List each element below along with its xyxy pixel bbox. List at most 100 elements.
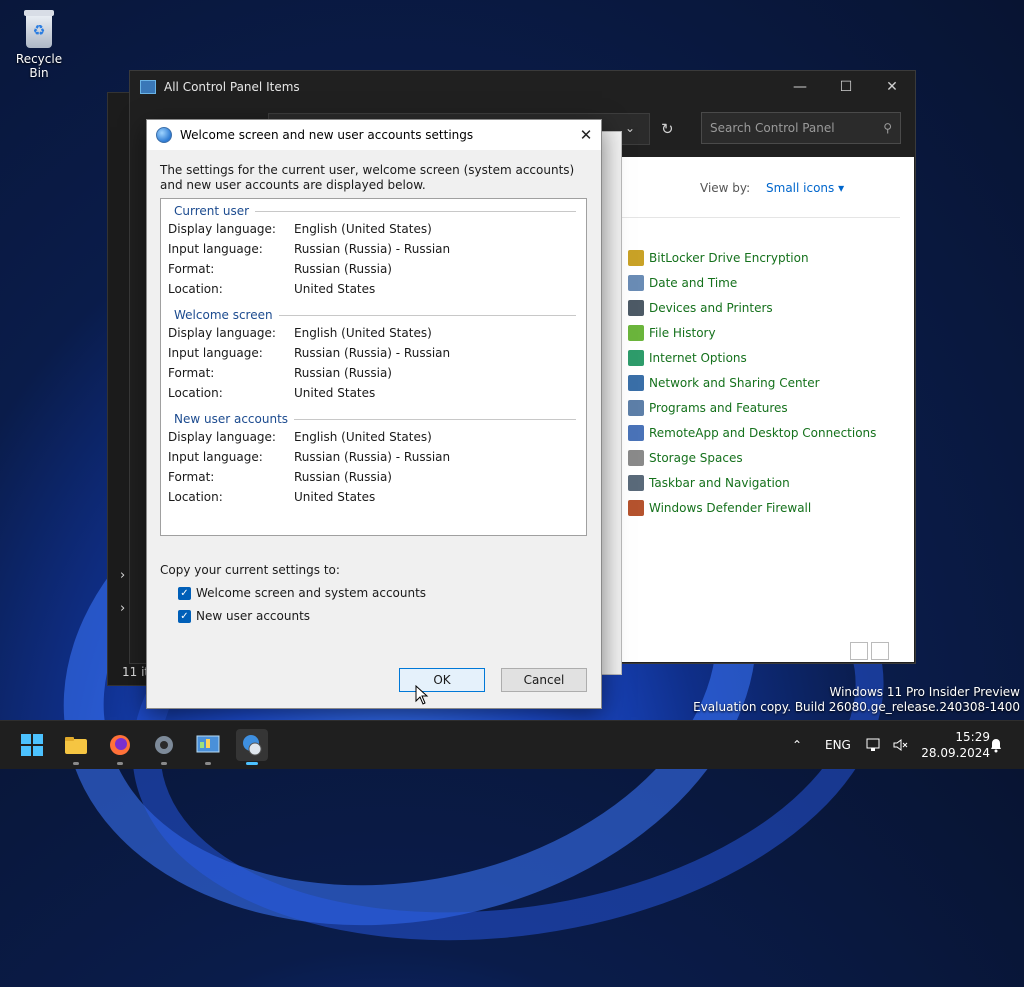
setting-value: Russian (Russia) [294, 470, 392, 484]
minimize-button[interactable]: — [777, 79, 823, 95]
control-panel-item-label[interactable]: Taskbar and Navigation [649, 476, 790, 490]
checkbox-welcome-screen[interactable]: ✓ Welcome screen and system accounts [178, 586, 426, 600]
control-panel-item[interactable]: Taskbar and Navigation [628, 470, 876, 495]
control-panel-icon [196, 735, 220, 753]
control-panel-item-label[interactable]: Network and Sharing Center [649, 376, 820, 390]
control-panel-item-label[interactable]: Programs and Features [649, 401, 788, 415]
dialog-titlebar[interactable]: Welcome screen and new user accounts set… [147, 120, 601, 150]
section-title: Current user [174, 204, 250, 218]
system-clock[interactable]: 15:29 28.09.2024 [921, 729, 990, 761]
setting-value: Russian (Russia) - Russian [294, 450, 451, 464]
checkmark-icon[interactable]: ✓ [178, 586, 191, 600]
control-panel-item[interactable]: RemoteApp and Desktop Connections [628, 420, 876, 445]
control-panel-item[interactable]: Date and Time [628, 270, 876, 295]
cancel-button[interactable]: Cancel [501, 668, 587, 692]
section-header: Welcome screen [174, 307, 586, 323]
checkmark-icon[interactable]: ✓ [178, 609, 191, 623]
setting-value: Russian (Russia) [294, 262, 392, 276]
window-title: All Control Panel Items [164, 80, 300, 94]
view-by-dropdown[interactable]: Small icons ▾ [766, 181, 844, 195]
settings-row: Display language: English (United States) [168, 219, 586, 239]
control-panel-item-icon [628, 324, 644, 341]
control-panel-item-icon [628, 499, 644, 516]
large-icons-view-icon[interactable] [871, 642, 889, 660]
firefox-icon [110, 735, 130, 755]
show-hidden-icons-button[interactable]: ⌃ [792, 721, 802, 769]
folder-icon [65, 737, 87, 754]
close-button[interactable]: ✕ [869, 79, 915, 95]
control-panel-item-label[interactable]: Windows Defender Firewall [649, 501, 811, 515]
taskbar-file-explorer[interactable] [60, 729, 92, 765]
control-panel-item[interactable]: Storage Spaces [628, 445, 876, 470]
setting-key: Input language: [168, 450, 263, 464]
search-input[interactable]: Search Control Panel ⚲ [701, 112, 901, 144]
view-by: View by: Small icons ▾ [700, 181, 844, 195]
section-title: New user accounts [174, 412, 289, 426]
control-panel-item-icon [628, 374, 644, 391]
settings-section: New user accounts Display language: Englis… [161, 411, 586, 507]
clock-time: 15:29 [955, 730, 990, 744]
section-title: Welcome screen [174, 308, 273, 322]
taskbar-settings[interactable] [148, 729, 180, 765]
settings-summary-panel: Current user Display language: English (Un… [160, 198, 587, 536]
control-panel-item[interactable]: Devices and Printers [628, 295, 876, 320]
desktop-icon-recycle-bin[interactable]: ♻ Recycle Bin [6, 8, 72, 80]
setting-key: Input language: [168, 242, 263, 256]
notification-bell-icon[interactable] [989, 721, 1003, 769]
control-panel-item[interactable]: Programs and Features [628, 395, 876, 420]
network-icon[interactable] [866, 721, 882, 769]
volume-muted-icon[interactable] [892, 721, 908, 769]
setting-key: Display language: [168, 430, 276, 444]
taskbar-firefox[interactable] [104, 729, 136, 765]
dialog-close-button[interactable]: ✕ [571, 126, 601, 144]
checkbox-label: New user accounts [196, 609, 311, 623]
view-switcher [850, 642, 889, 660]
checkbox-new-user-accounts[interactable]: ✓ New user accounts [178, 609, 310, 623]
control-panel-item[interactable]: BitLocker Drive Encryption [628, 245, 876, 270]
welcome-screen-settings-dialog[interactable]: Welcome screen and new user accounts set… [146, 119, 602, 709]
control-panel-item-label[interactable]: Devices and Printers [649, 301, 773, 315]
settings-section: Current user Display language: English (Un… [161, 203, 586, 299]
control-panel-item-label[interactable]: Date and Time [649, 276, 737, 290]
control-panel-item-label[interactable]: RemoteApp and Desktop Connections [649, 426, 876, 440]
ok-button[interactable]: OK [399, 668, 485, 692]
gear-icon [155, 736, 173, 754]
settings-row: Input language: Russian (Russia) - Russia… [168, 239, 586, 259]
search-icon[interactable]: ⚲ [883, 121, 892, 135]
input-language-indicator[interactable]: ENG [825, 721, 851, 769]
control-panel-item[interactable]: File History [628, 320, 876, 345]
settings-row: Display language: English (United States) [168, 427, 586, 447]
control-panel-item-label[interactable]: File History [649, 326, 716, 340]
setting-value: Russian (Russia) [294, 366, 392, 380]
setting-key: Location: [168, 386, 223, 400]
search-placeholder: Search Control Panel [710, 121, 835, 135]
chevron-down-icon[interactable]: ⌄ [625, 121, 635, 135]
settings-row: Input language: Russian (Russia) - Russia… [168, 447, 586, 467]
chevron-right-icon[interactable]: › [120, 568, 125, 583]
settings-row: Location: United States [168, 487, 586, 507]
details-view-icon[interactable] [850, 642, 868, 660]
maximize-button[interactable]: ☐ [823, 79, 869, 95]
control-panel-item-label[interactable]: Storage Spaces [649, 451, 743, 465]
chevron-right-icon[interactable]: › [120, 601, 125, 616]
setting-key: Format: [168, 470, 215, 484]
setting-key: Location: [168, 282, 223, 296]
section-header: Current user [174, 203, 586, 219]
clock-date: 28.09.2024 [921, 746, 990, 760]
control-panel-item-label[interactable]: Internet Options [649, 351, 747, 365]
taskbar: ⌃ ENG 15:29 28.09.2024 [0, 720, 1024, 769]
control-panel-item[interactable]: Internet Options [628, 345, 876, 370]
control-panel-item[interactable]: Network and Sharing Center [628, 370, 876, 395]
section-divider [294, 418, 576, 420]
taskbar-region-settings[interactable] [236, 729, 268, 765]
control-panel-item-label[interactable]: BitLocker Drive Encryption [649, 251, 809, 265]
start-button[interactable] [16, 729, 48, 761]
taskbar-control-panel[interactable] [192, 729, 224, 765]
refresh-icon[interactable]: ↻ [661, 120, 674, 138]
window-titlebar[interactable]: All Control Panel Items — ☐ ✕ [130, 71, 915, 103]
setting-key: Format: [168, 262, 215, 276]
windows-logo-icon [21, 734, 43, 756]
setting-key: Display language: [168, 326, 276, 340]
control-panel-item[interactable]: Windows Defender Firewall [628, 495, 876, 520]
setting-value: English (United States) [294, 222, 432, 236]
